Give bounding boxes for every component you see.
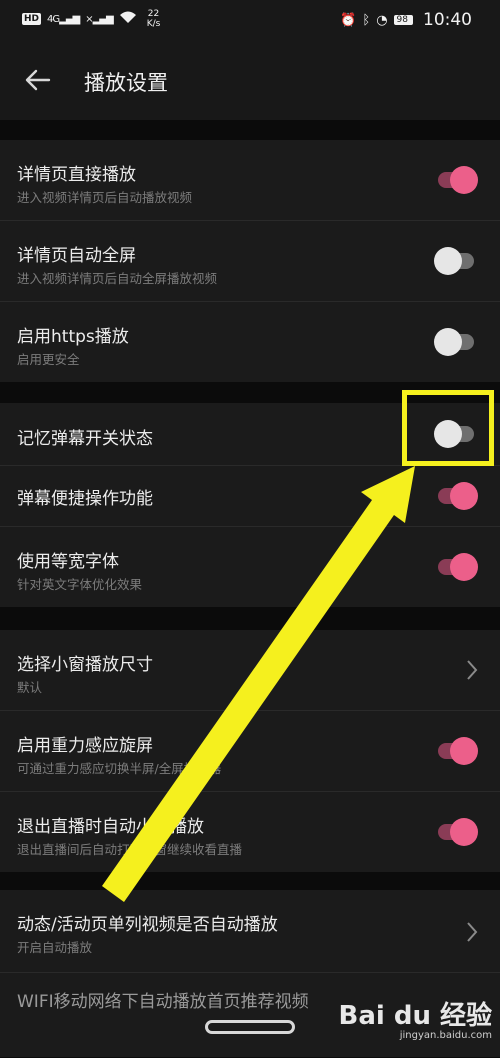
chevron-right-icon: [467, 660, 478, 680]
signal-label: 4G: [47, 13, 60, 25]
watermark-logo: Bai du 经验: [338, 1001, 493, 1031]
setting-title: 选择小窗播放尺寸: [17, 655, 153, 675]
setting-title: WIFI移动网络下自动播放首页推荐视频: [17, 992, 309, 1012]
arrow-left-icon: [25, 69, 51, 91]
watermark-url: jingyan.baidu.com: [399, 1030, 492, 1041]
signal-icon-2: ×▂▄▆: [85, 13, 113, 25]
setting-subtitle: 针对英文字体优化效果: [17, 577, 143, 592]
setting-title: 详情页自动全屏: [17, 246, 136, 266]
speed-value: 22: [147, 9, 160, 19]
toggle-switch-off[interactable]: [434, 247, 478, 275]
setting-subtitle: 开启自动播放: [17, 940, 93, 955]
wifi-icon: [119, 10, 137, 28]
setting-title: 使用等宽字体: [17, 552, 119, 572]
battery-icon: 98: [393, 15, 413, 25]
status-time: 10:40: [423, 10, 472, 30]
toggle-knob: [450, 166, 478, 194]
page-title: 播放设置: [84, 71, 168, 95]
toggle-knob: [434, 247, 462, 275]
toggle-switch-on[interactable]: [434, 553, 478, 581]
setting-subtitle: 进入视频详情页后自动全屏播放视频: [17, 271, 218, 286]
app-header: 播放设置: [0, 40, 500, 120]
setting-subtitle: 退出直播间后自动打开小窗继续收看直播: [17, 842, 243, 857]
watermark: Bai du 经验 jingyan.baidu.com: [339, 1002, 493, 1041]
toggle-switch-off[interactable]: [434, 328, 478, 356]
setting-row-detail-fullscreen[interactable]: 详情页自动全屏 进入视频详情页后自动全屏播放视频: [0, 221, 500, 302]
setting-row-live-mini-window[interactable]: 退出直播时自动小窗播放 退出直播间后自动打开小窗继续收看直播: [0, 792, 500, 872]
setting-subtitle: 启用更安全: [17, 352, 80, 367]
toggle-knob: [450, 553, 478, 581]
setting-row-feed-autoplay[interactable]: 动态/活动页单列视频是否自动播放 开启自动播放: [0, 890, 500, 973]
setting-subtitle: 进入视频详情页后自动播放视频: [17, 190, 193, 205]
speed-unit: K/s: [146, 19, 161, 29]
speedometer-icon: ◔: [376, 12, 388, 28]
setting-title: 退出直播时自动小窗播放: [17, 817, 204, 837]
setting-row-https[interactable]: 启用https播放 启用更安全: [0, 302, 500, 382]
setting-title: 启用https播放: [17, 327, 129, 347]
setting-row-mini-window-size[interactable]: 选择小窗播放尺寸 默认: [0, 630, 500, 711]
setting-title: 记忆弹幕开关状态: [17, 429, 153, 449]
settings-group-window: 选择小窗播放尺寸 默认 启用重力感应旋屏 可通过重力感应切换半屏/全屏播放器 退…: [0, 630, 500, 872]
status-left: HD 4G▂▄▆ ×▂▄▆ 22 K/s: [22, 9, 160, 29]
setting-title: 详情页直接播放: [17, 165, 136, 185]
toggle-switch-on[interactable]: [434, 737, 478, 765]
toggle-switch-on[interactable]: [434, 166, 478, 194]
setting-subtitle: 默认: [17, 680, 43, 695]
setting-row-monospace[interactable]: 使用等宽字体 针对英文字体优化效果: [0, 527, 500, 607]
setting-row-gravity-rotate[interactable]: 启用重力感应旋屏 可通过重力感应切换半屏/全屏播放器: [0, 711, 500, 792]
setting-subtitle: 可通过重力感应切换半屏/全屏播放器: [17, 761, 222, 776]
toggle-knob: [434, 328, 462, 356]
settings-group-playback: 详情页直接播放 进入视频详情页后自动播放视频 详情页自动全屏 进入视频详情页后自…: [0, 140, 500, 382]
status-bar: HD 4G▂▄▆ ×▂▄▆ 22 K/s ⏰ ᛒ ◔ 98 10:40: [0, 0, 500, 40]
signal-label-2: ×: [85, 13, 93, 25]
setting-row-detail-autoplay[interactable]: 详情页直接播放 进入视频详情页后自动播放视频: [0, 140, 500, 221]
setting-title: 动态/活动页单列视频是否自动播放: [17, 915, 278, 935]
toggle-knob: [450, 818, 478, 846]
back-button[interactable]: [20, 62, 56, 98]
bluetooth-icon: ᛒ: [362, 12, 371, 28]
alarm-icon: ⏰: [340, 12, 357, 28]
setting-title: 弹幕便捷操作功能: [17, 489, 153, 509]
toggle-knob: [450, 737, 478, 765]
status-right: ⏰ ᛒ ◔ 98 10:40: [340, 10, 472, 30]
toggle-switch-on[interactable]: [434, 482, 478, 510]
setting-title: 启用重力感应旋屏: [17, 736, 153, 756]
chevron-right-icon: [467, 922, 478, 942]
setting-row-danmaku-shortcut[interactable]: 弹幕便捷操作功能: [0, 466, 500, 527]
toggle-switch-on[interactable]: [434, 818, 478, 846]
hd-badge: HD: [22, 13, 42, 25]
signal-icon: 4G▂▄▆: [47, 13, 80, 25]
home-gesture-bar[interactable]: [205, 1020, 295, 1034]
network-speed: 22 K/s: [147, 9, 161, 29]
toggle-knob: [450, 482, 478, 510]
annotation-highlight-box: [402, 390, 494, 466]
